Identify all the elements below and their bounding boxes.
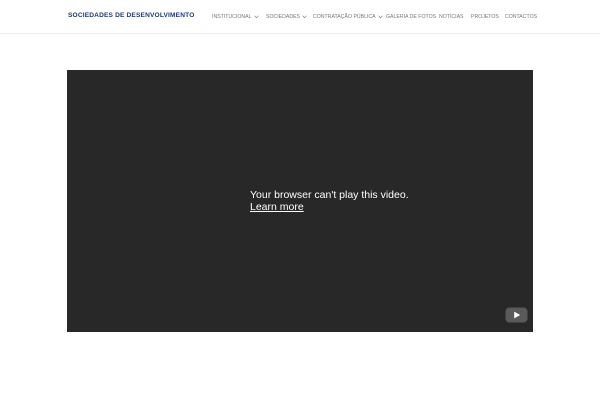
nav-item-label: SOCIEDADES xyxy=(266,14,301,20)
video-error-message: Your browser can't play this video. Lear… xyxy=(250,189,409,213)
nav-item-label: CONTACTOS xyxy=(505,14,538,20)
learn-more-link[interactable]: Learn more xyxy=(250,201,409,213)
youtube-logo-icon[interactable] xyxy=(505,307,528,323)
video-error-text: Your browser can't play this video. xyxy=(250,189,409,201)
nav-item-label: CONTRATAÇÃO PÚBLICA xyxy=(313,14,376,20)
nav-item-noticias[interactable]: NOTÍCIAS xyxy=(439,13,464,21)
nav-item-label: NOTÍCIAS xyxy=(439,14,464,20)
nav-item-label: GALERIA DE FOTOS xyxy=(386,14,437,20)
chevron-down-icon xyxy=(377,15,383,19)
nav-item-label: INSTITUCIONAL xyxy=(212,14,252,20)
nav-item-galeria-de-fotos[interactable]: GALERIA DE FOTOS xyxy=(386,13,436,21)
nav-item-contratacao-publica[interactable]: CONTRATAÇÃO PÚBLICA xyxy=(313,13,383,21)
chevron-down-icon xyxy=(253,15,259,19)
nav-item-sociedades[interactable]: SOCIEDADES xyxy=(266,13,307,21)
nav-item-contactos[interactable]: CONTACTOS xyxy=(505,13,537,21)
nav-item-institucional[interactable]: INSTITUCIONAL xyxy=(212,13,259,21)
site-header: SOCIEDADES DE DESENVOLVIMENTO INSTITUCIO… xyxy=(0,0,600,34)
page: SOCIEDADES DE DESENVOLVIMENTO INSTITUCIO… xyxy=(0,0,600,400)
nav-item-label: PROJETOS xyxy=(471,14,499,20)
video-player[interactable]: Your browser can't play this video. Lear… xyxy=(67,70,533,332)
site-logo[interactable]: SOCIEDADES DE DESENVOLVIMENTO xyxy=(68,12,194,19)
chevron-down-icon xyxy=(302,15,307,19)
nav-item-projetos[interactable]: PROJETOS xyxy=(471,13,499,21)
